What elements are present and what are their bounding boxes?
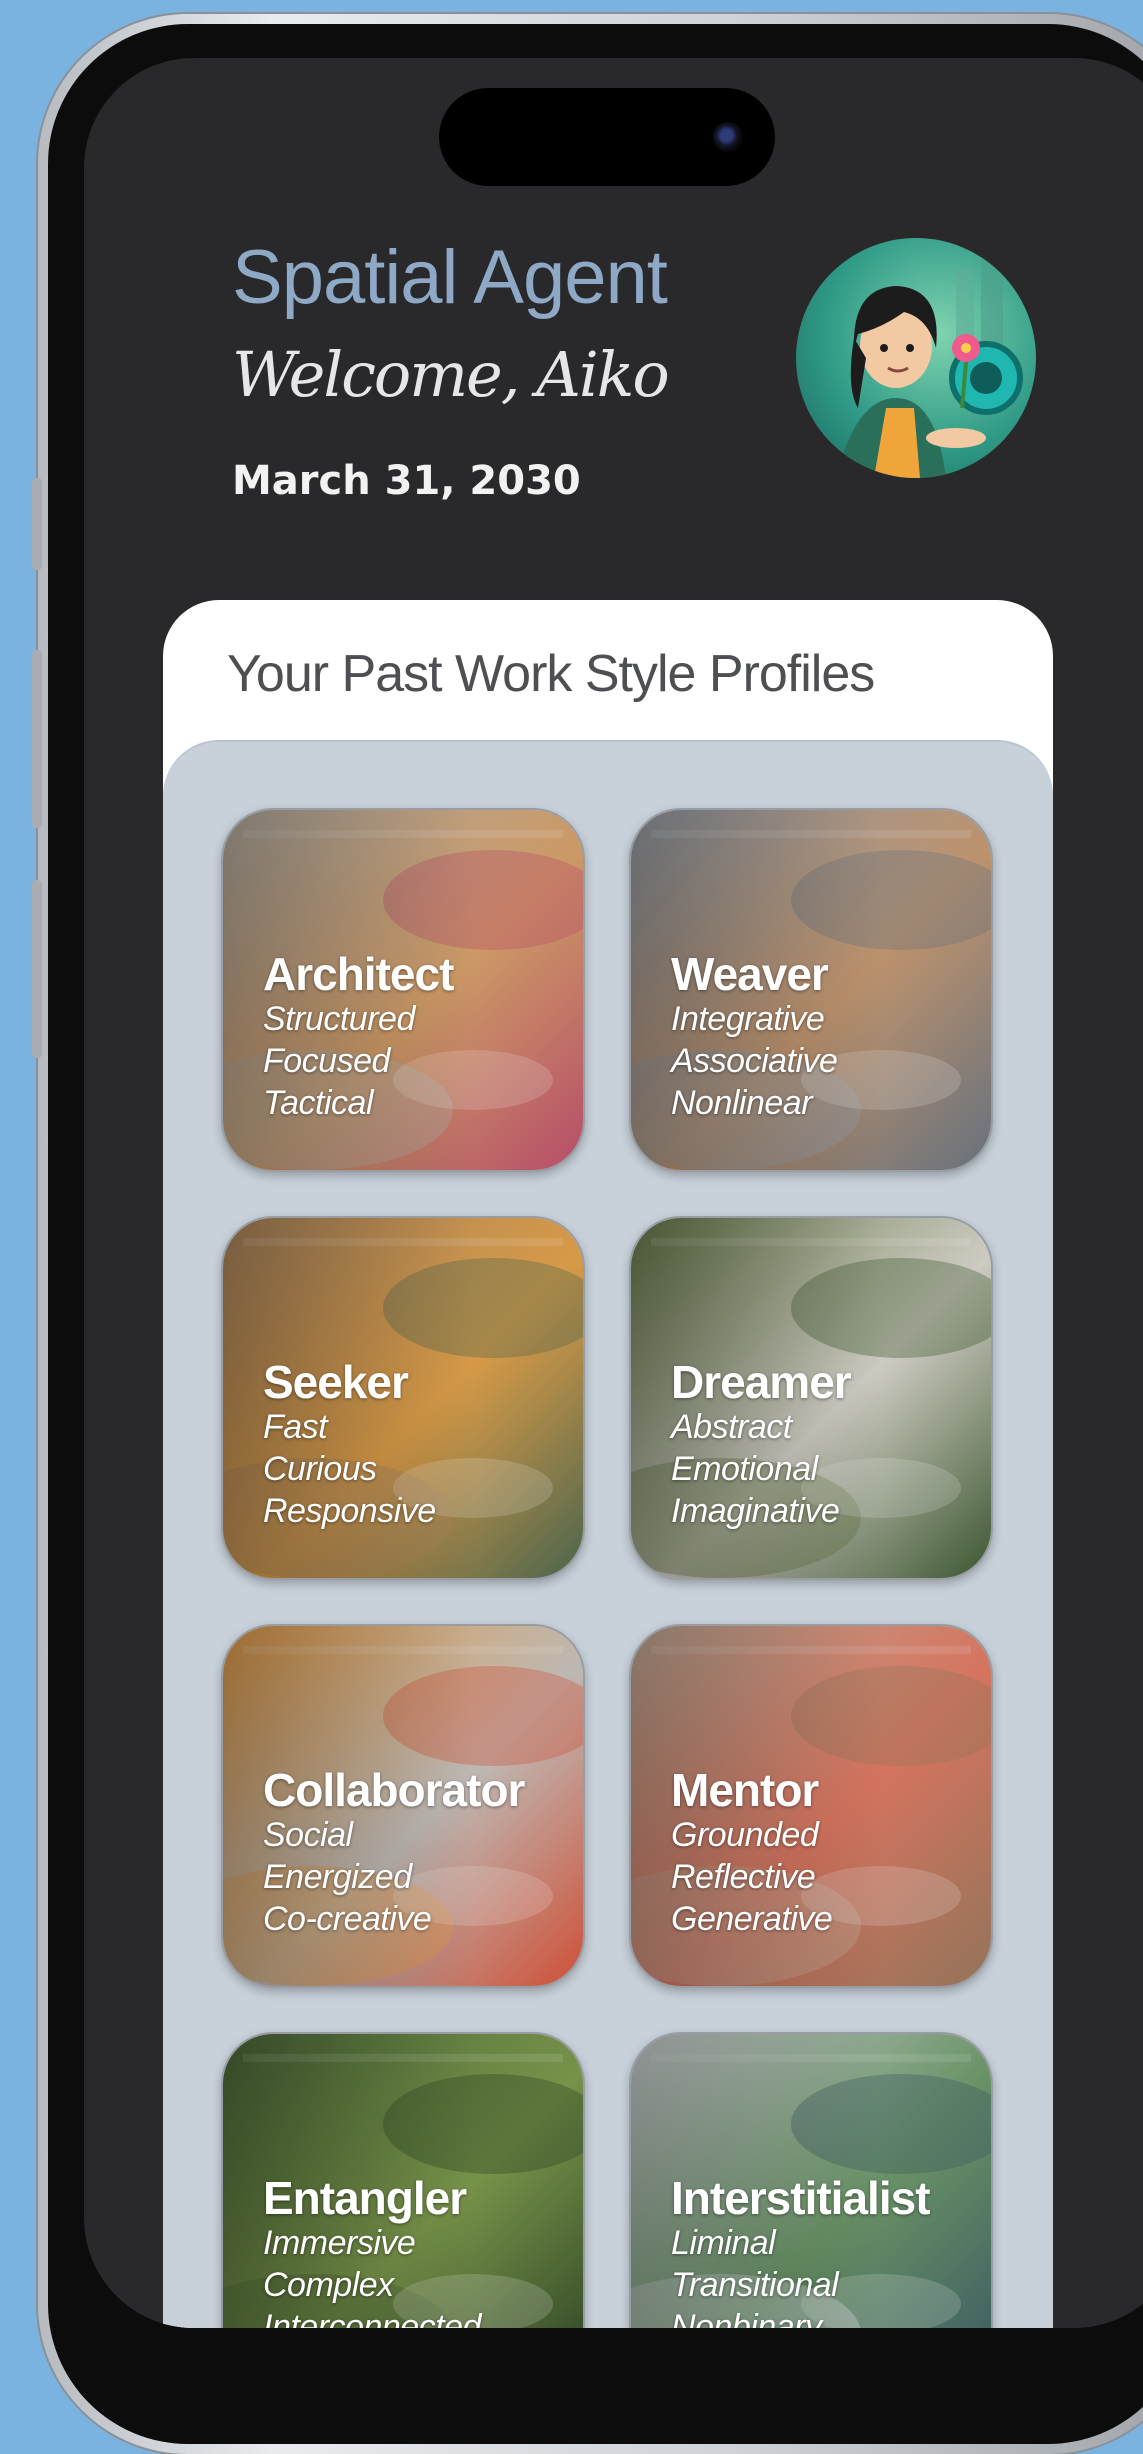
profile-card-text: Weaver Integrative Associative Nonlinear: [671, 948, 838, 1124]
avatar[interactable]: [796, 238, 1036, 478]
profile-trait: Imaginative: [671, 1492, 840, 1530]
profile-card-text: Entangler Immersive Complex Interconnected: [263, 2174, 481, 2328]
profile-trait: Curious: [263, 1450, 377, 1488]
profile-trait: Interconnected: [263, 2308, 481, 2328]
profile-trait: Integrative: [671, 1000, 825, 1038]
profile-trait: Energized: [263, 1858, 412, 1896]
app-title: Spatial Agent: [232, 235, 668, 320]
current-date: March 31, 2030: [232, 458, 581, 504]
profile-trait: Immersive: [263, 2224, 416, 2262]
profile-name: Architect: [263, 948, 454, 1000]
profile-trait: Focused: [263, 1042, 390, 1080]
profile-trait: Tactical: [263, 1084, 374, 1122]
profile-trait: Nonlinear: [671, 1084, 813, 1122]
profile-trait: Transitional: [671, 2266, 839, 2304]
volume-up-button: [32, 650, 42, 828]
profile-card-text: Mentor Grounded Reflective Generative: [671, 1764, 833, 1940]
profile-name: Interstitialist: [671, 2172, 931, 2224]
profile-trait: Nonbinary: [671, 2308, 822, 2328]
profile-trait: Co-creative: [263, 1900, 432, 1938]
profile-trait: Liminal: [671, 2224, 776, 2262]
profile-trait: Structured: [263, 1000, 415, 1038]
user-avatar-illustration-icon: [796, 238, 1036, 478]
profile-trait: Social: [263, 1816, 353, 1854]
profile-name: Entangler: [263, 2172, 467, 2224]
profile-name: Weaver: [671, 948, 829, 1000]
welcome-message: Welcome, Aiko: [232, 338, 670, 411]
profile-name: Collaborator: [263, 1764, 525, 1816]
profile-trait: Generative: [671, 1900, 833, 1938]
profile-name: Mentor: [671, 1764, 819, 1816]
profiles-grid: Architect Structured Focused Tactical Weaver…: [163, 740, 1053, 2328]
profile-card-text: Collaborator Social Energized Co-creative: [263, 1764, 525, 1940]
profile-card-collaborator[interactable]: Collaborator Social Energized Co-creative: [221, 1624, 585, 1988]
profile-card-text: Dreamer Abstract Emotional Imaginative: [671, 1356, 852, 1532]
profile-card-architect[interactable]: Architect Structured Focused Tactical: [221, 808, 585, 1172]
profile-trait: Associative: [671, 1042, 838, 1080]
profile-card-entangler[interactable]: Entangler Immersive Complex Interconnected: [221, 2032, 585, 2328]
volume-down-button: [32, 880, 42, 1058]
profile-card-text: Seeker Fast Curious Responsive: [263, 1358, 436, 1532]
profiles-panel: Your Past Work Style Profiles Architect S…: [163, 600, 1053, 2328]
profile-trait: Grounded: [671, 1816, 819, 1854]
profile-card-seeker[interactable]: Seeker Fast Curious Responsive: [221, 1216, 585, 1580]
panel-title: Your Past Work Style Profiles: [227, 645, 875, 703]
profile-trait: Responsive: [263, 1492, 436, 1530]
camera-icon: [713, 122, 743, 152]
profile-name: Dreamer: [671, 1356, 852, 1408]
profile-trait: Abstract: [671, 1408, 792, 1446]
profile-card-dreamer[interactable]: Dreamer Abstract Emotional Imaginative: [629, 1216, 993, 1580]
action-button: [32, 478, 42, 570]
profile-trait: Emotional: [671, 1450, 818, 1488]
profile-card-interstitialist[interactable]: Interstitialist Liminal Transitional Nonbin…: [629, 2032, 993, 2328]
profile-card-text: Architect Structured Focused Tactical: [263, 948, 454, 1124]
profile-card-text: Interstitialist Liminal Transitional Nonbin…: [671, 2172, 931, 2328]
screen: Spatial Agent Welcome, Aiko March 31, 20…: [84, 58, 1143, 2328]
profile-trait: Reflective: [671, 1858, 816, 1896]
dynamic-island: [439, 88, 775, 186]
profile-card-mentor[interactable]: Mentor Grounded Reflective Generative: [629, 1624, 993, 1988]
profile-trait: Fast: [263, 1408, 328, 1446]
profile-name: Seeker: [263, 1356, 409, 1408]
profile-card-weaver[interactable]: Weaver Integrative Associative Nonlinear: [629, 808, 993, 1172]
profile-trait: Complex: [263, 2266, 394, 2304]
